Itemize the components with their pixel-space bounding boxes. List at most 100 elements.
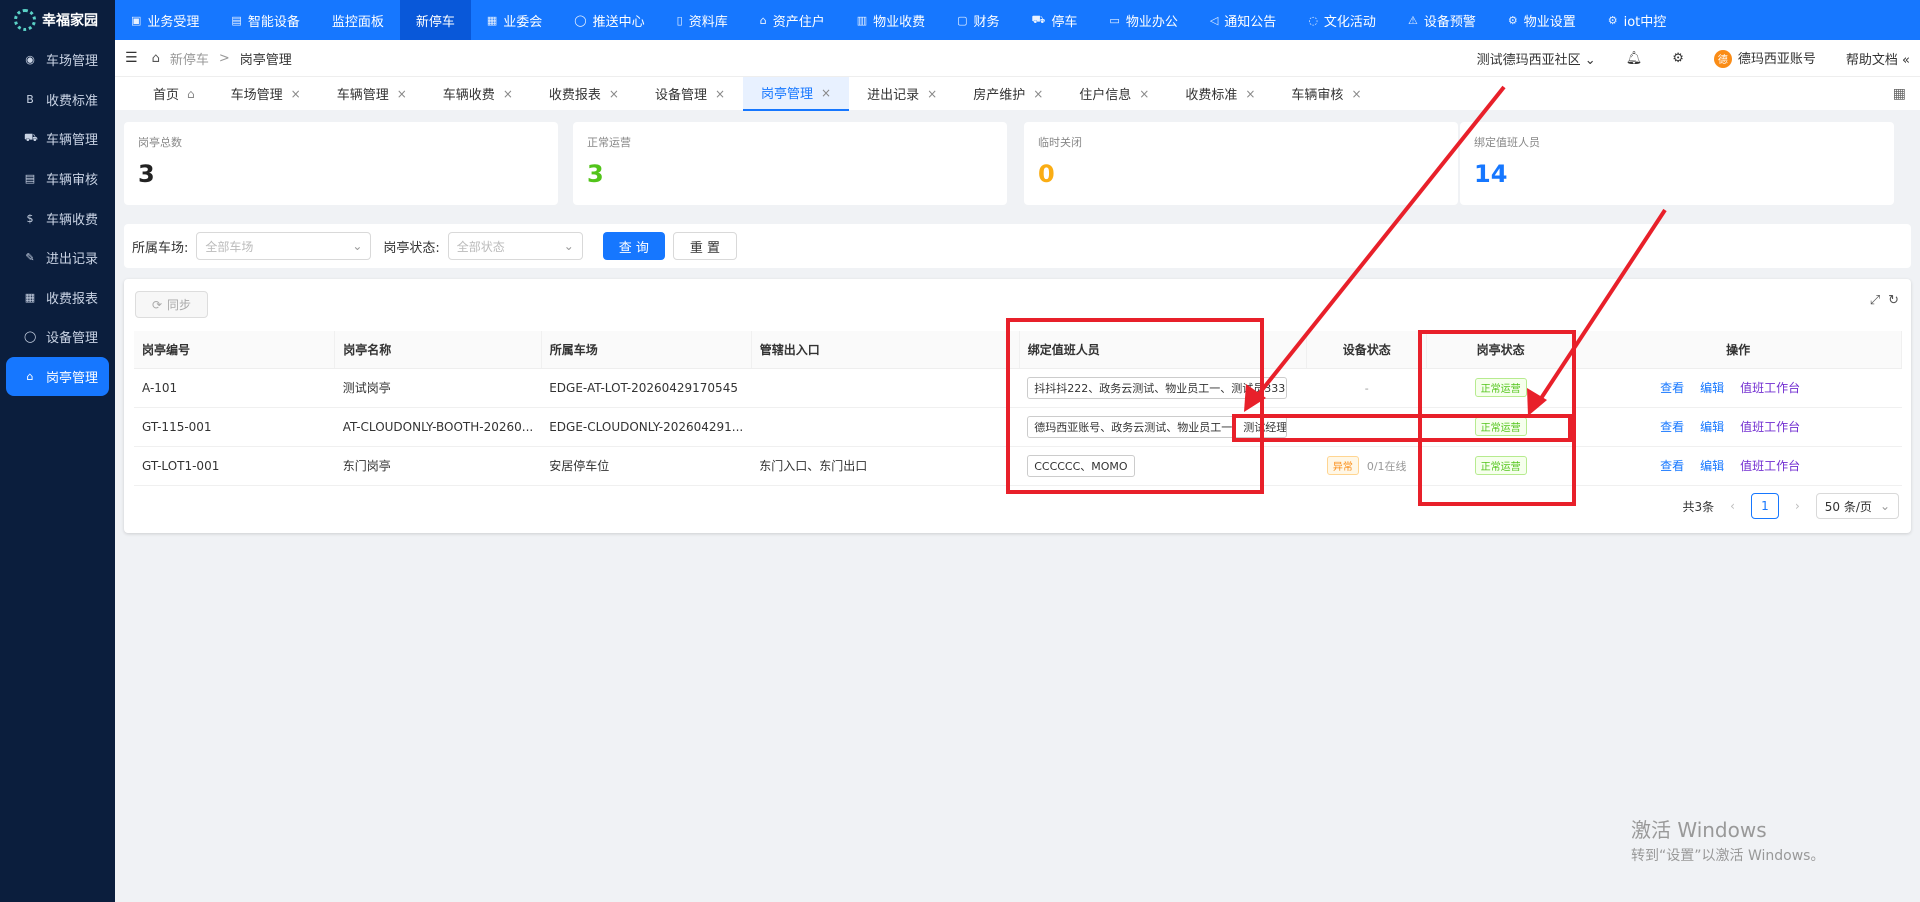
community-selector[interactable]: 测试德玛西亚社区 ⌄ [1477, 49, 1596, 68]
grid-icon[interactable]: ▦ [1893, 86, 1906, 102]
megaphone-icon: ◁ [1209, 13, 1219, 27]
sidebar-item-7[interactable]: ◯ 设备管理 [0, 317, 115, 357]
tab-0[interactable]: 首页 ⌂ [135, 77, 213, 111]
tab-label: 岗亭管理 [761, 87, 814, 102]
duty-workbench-link[interactable]: 值班工作台 [1740, 420, 1800, 434]
column-header: 岗亭编号 [134, 331, 336, 369]
edit-link[interactable]: 编辑 [1700, 381, 1724, 395]
topnav-label: 业务受理 [147, 14, 200, 30]
topnav-item-10[interactable]: ⛟ 停车 [1016, 0, 1094, 40]
sync-button[interactable]: ⟳ 同步 [135, 291, 208, 318]
close-icon[interactable]: × [1351, 87, 1361, 101]
page-size-select[interactable]: 50 条/页 ⌄ [1815, 493, 1899, 519]
topnav-item-7[interactable]: ⌂ 资产住户 [744, 0, 841, 40]
duty-workbench-link[interactable]: 值班工作台 [1740, 381, 1800, 395]
lot-select[interactable]: 全部车场 ⌄ [196, 232, 372, 260]
close-icon[interactable]: × [291, 87, 301, 101]
fullscreen-icon[interactable]: ⤢ [1870, 293, 1880, 308]
sidebar-item-1[interactable]: B 收费标准 [0, 80, 115, 120]
sidebar-item-4[interactable]: $ 车辆收费 [0, 198, 115, 238]
page-number[interactable]: 1 [1750, 493, 1779, 519]
home-icon[interactable]: ⌂ [152, 51, 160, 66]
topnav-item-12[interactable]: ◁ 通知公告 [1194, 0, 1292, 40]
breadcrumb-current: 岗亭管理 [239, 52, 292, 68]
parking-icon: ◉ [25, 53, 35, 67]
topnav-item-9[interactable]: ▢ 财务 [941, 0, 1015, 40]
sidebar-item-5[interactable]: ✎ 进出记录 [0, 238, 115, 278]
brand[interactable]: 幸福家园 [0, 0, 115, 40]
view-link[interactable]: 查看 [1660, 459, 1684, 473]
topnav-item-8[interactable]: ▥ 物业收费 [841, 0, 941, 40]
tab-1[interactable]: 车场管理 × [213, 77, 319, 111]
topnav-item-2[interactable]: 监控面板 [316, 0, 400, 40]
topnav-item-13[interactable]: ◌ 文化活动 [1292, 0, 1392, 40]
tab-2[interactable]: 车辆管理 × [319, 77, 425, 111]
total-count: 共3条 [1682, 499, 1715, 514]
chevron-down-icon: ⌄ [1879, 499, 1890, 513]
help-docs-link[interactable]: 帮助文档 « [1846, 49, 1910, 68]
close-icon[interactable]: × [503, 87, 513, 101]
filter-bar: 所属车场: 全部车场 ⌄ 岗亭状态: 全部状态 ⌄ 查 询 重 置 [124, 224, 1911, 268]
topnav-item-4[interactable]: ▦ 业委会 [471, 0, 558, 40]
tab-10[interactable]: 收费标准 × [1167, 77, 1273, 111]
view-link[interactable]: 查看 [1660, 420, 1684, 434]
next-page-icon[interactable]: › [1795, 499, 1800, 513]
tab-7[interactable]: 进出记录 × [849, 77, 955, 111]
close-icon[interactable]: × [1245, 87, 1255, 101]
tab-8[interactable]: 房产维护 × [955, 77, 1061, 111]
tab-label: 车辆收费 [442, 88, 495, 103]
sidebar-item-3[interactable]: ▤ 车辆审核 [0, 159, 115, 199]
sidebar-item-6[interactable]: ▦ 收费报表 [0, 278, 115, 318]
stat-card-0: 岗亭总数 3 [124, 122, 558, 205]
tab-6[interactable]: 岗亭管理 × [743, 76, 850, 111]
sidebar-item-2[interactable]: ⛟ 车辆管理 [0, 119, 115, 159]
edit-link[interactable]: 编辑 [1700, 459, 1724, 473]
sync-label: 同步 [167, 298, 192, 312]
tab-4[interactable]: 收费报表 × [531, 77, 637, 111]
reload-icon[interactable]: ↻ [1888, 293, 1899, 308]
topnav-item-3[interactable]: 新停车 [399, 0, 471, 40]
close-icon[interactable]: × [397, 87, 407, 101]
prev-page-icon[interactable]: ‹ [1730, 499, 1735, 513]
topnav-label: 智能设备 [247, 14, 300, 30]
sidebar-item-8[interactable]: ⌂ 岗亭管理 [6, 356, 109, 397]
view-link[interactable]: 查看 [1660, 381, 1684, 395]
query-button[interactable]: 查 询 [602, 232, 665, 260]
bell-icon[interactable]: 🔔︎ [1626, 51, 1643, 66]
sidebar-item-label: 岗亭管理 [46, 371, 99, 387]
close-icon[interactable]: × [715, 87, 725, 101]
reset-button[interactable]: 重 置 [672, 232, 738, 260]
close-icon[interactable]: × [927, 87, 937, 101]
menu-collapse-icon[interactable]: ☰ [125, 50, 138, 66]
topnav-item-1[interactable]: ▤ 智能设备 [215, 0, 315, 40]
topnav-item-11[interactable]: ▭ 物业办公 [1093, 0, 1193, 40]
tab-11[interactable]: 车辆审核 × [1273, 77, 1379, 111]
topnav-label: 文化活动 [1323, 14, 1376, 30]
close-icon[interactable]: × [609, 87, 619, 101]
tab-label: 房产维护 [973, 88, 1026, 103]
tab-label: 首页 [153, 88, 180, 103]
tab-label: 收费报表 [548, 88, 601, 103]
tab-5[interactable]: 设备管理 × [637, 77, 743, 111]
tab-9[interactable]: 住户信息 × [1061, 77, 1167, 111]
gear-icon[interactable]: ⚙ [1672, 51, 1684, 66]
close-icon[interactable]: × [1033, 87, 1043, 101]
status-select[interactable]: 全部状态 ⌄ [447, 232, 583, 260]
user-menu[interactable]: 德德玛西亚账号 [1713, 48, 1816, 68]
duty-workbench-link[interactable]: 值班工作台 [1740, 459, 1800, 473]
cell-code: GT-LOT1-001 [134, 446, 335, 486]
home-icon[interactable]: ⌂ [187, 87, 195, 101]
breadcrumb-parent[interactable]: 新停车 [170, 49, 209, 68]
topnav-item-16[interactable]: ⚙ iot中控 [1592, 0, 1683, 40]
sidebar-item-0[interactable]: ◉ 车场管理 [0, 40, 115, 80]
edit-link[interactable]: 编辑 [1700, 420, 1724, 434]
close-icon[interactable]: × [821, 86, 831, 100]
topnav-item-15[interactable]: ⚙ 物业设置 [1492, 0, 1592, 40]
tab-3[interactable]: 车辆收费 × [425, 77, 531, 111]
topnav-item-5[interactable]: ◯ 推送中心 [558, 0, 660, 40]
close-icon[interactable]: × [1139, 87, 1149, 101]
topnav-label: 物业设置 [1523, 14, 1576, 30]
topnav-item-0[interactable]: ▣ 业务受理 [115, 0, 215, 40]
topnav-item-14[interactable]: ⚠ 设备预警 [1392, 0, 1492, 40]
topnav-item-6[interactable]: ▯ 资料库 [661, 0, 744, 40]
